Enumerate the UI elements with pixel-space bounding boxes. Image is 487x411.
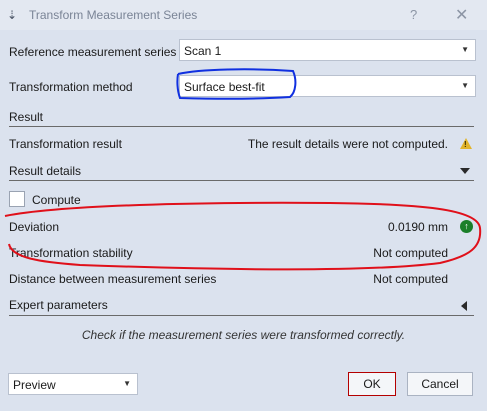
hint-text: Check if the measurement series were tra… xyxy=(81,328,406,342)
transformation-method-label: Transformation method xyxy=(9,80,133,94)
check-circle-icon: ↑ xyxy=(460,220,473,233)
expert-parameters-title: Expert parameters xyxy=(9,298,108,312)
preview-value: Preview xyxy=(13,378,56,392)
transform-app-icon: ⇣ xyxy=(7,8,18,22)
reference-series-dropdown[interactable]: Scan 1 ▼ xyxy=(179,39,476,61)
window-title: Transform Measurement Series xyxy=(29,8,198,22)
distance-row: Distance between measurement series Not … xyxy=(0,272,487,290)
distance-label: Distance between measurement series xyxy=(9,272,217,286)
stability-value: Not computed xyxy=(373,246,448,260)
stability-label: Transformation stability xyxy=(9,246,133,260)
expert-parameters-header[interactable]: Expert parameters xyxy=(0,298,487,316)
chevron-down-icon: ▼ xyxy=(461,81,469,90)
close-button[interactable]: ✕ xyxy=(455,5,468,25)
compute-label: Compute xyxy=(32,193,81,207)
transformation-result-value: The result details were not computed. xyxy=(247,137,448,151)
title-bar: ⇣ Transform Measurement Series ? ✕ xyxy=(0,0,487,30)
stability-row: Transformation stability Not computed xyxy=(0,246,487,264)
deviation-row: Deviation 0.0190 mm ↑ xyxy=(0,220,487,238)
distance-value: Not computed xyxy=(373,272,448,286)
deviation-value: 0.0190 mm xyxy=(387,220,448,234)
preview-dropdown[interactable]: Preview ▼ xyxy=(8,373,138,395)
transformation-method-dropdown[interactable]: Surface best-fit ▼ xyxy=(179,75,476,97)
expert-divider xyxy=(9,315,474,316)
transformation-method-value: Surface best-fit xyxy=(184,80,265,94)
triangle-down-icon[interactable] xyxy=(460,168,470,174)
result-divider xyxy=(9,126,474,127)
compute-row: Compute xyxy=(0,191,487,209)
triangle-left-icon[interactable] xyxy=(461,301,467,311)
reference-series-label: Reference measurement series xyxy=(9,45,177,59)
chevron-down-icon: ▼ xyxy=(123,379,131,388)
result-details-divider xyxy=(9,180,474,181)
warning-icon-mark: ! xyxy=(464,140,467,149)
ok-button[interactable]: OK xyxy=(348,372,396,396)
transformation-result-label: Transformation result xyxy=(9,137,122,151)
cancel-button[interactable]: Cancel xyxy=(407,372,473,396)
help-button[interactable]: ? xyxy=(410,7,417,22)
result-details-title: Result details xyxy=(9,164,82,178)
reference-series-value: Scan 1 xyxy=(184,44,222,58)
deviation-label: Deviation xyxy=(9,220,60,234)
result-section-title: Result xyxy=(9,110,44,124)
chevron-down-icon: ▼ xyxy=(461,45,469,54)
compute-checkbox[interactable] xyxy=(9,191,25,207)
transformation-result-row: Transformation result The result details… xyxy=(0,137,487,155)
